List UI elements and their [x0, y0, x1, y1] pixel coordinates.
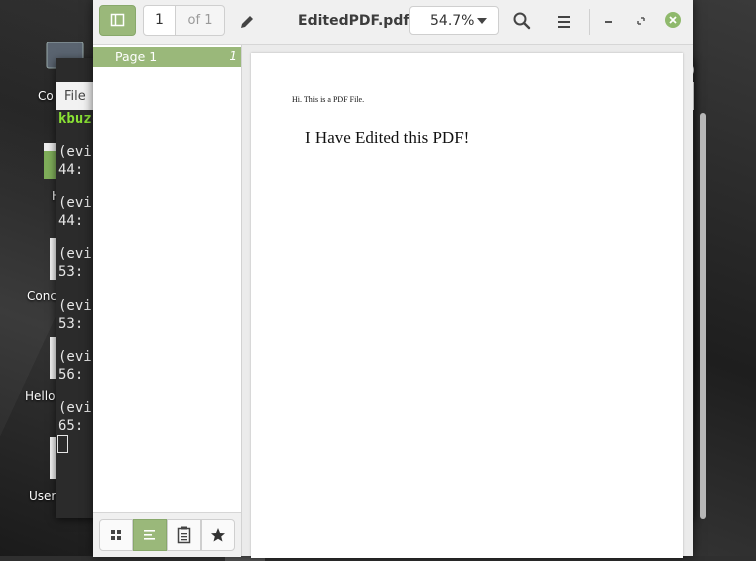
page-total: of 1: [176, 5, 225, 36]
document-title: EditedPDF.pdf: [298, 13, 410, 29]
headerbar: 1 of 1 EditedPDF.pdf 54.7%: [93, 0, 693, 45]
outline-item-page-1[interactable]: Page 1 1: [93, 47, 241, 67]
pdf-page[interactable]: Hi. This is a PDF File. I Have Edited th…: [251, 53, 683, 558]
desktop-icon-label: Co: [38, 89, 54, 103]
pencil-icon[interactable]: [237, 12, 257, 32]
tab-outline[interactable]: [133, 519, 167, 551]
document-view[interactable]: Hi. This is a PDF File. I Have Edited th…: [242, 45, 693, 558]
outline-icon: [144, 530, 155, 540]
sidebar-tab-bar: [93, 512, 241, 557]
search-icon[interactable]: [512, 11, 532, 31]
pdf-text-line: Hi. This is a PDF File.: [292, 95, 365, 104]
sidebar-toggle-button[interactable]: [99, 5, 136, 36]
star-icon: [211, 528, 225, 542]
hamburger-menu-icon[interactable]: [554, 12, 574, 32]
terminal-cursor: [57, 435, 68, 453]
sidebar: Page 1 1: [93, 45, 242, 557]
vertical-scrollbar[interactable]: [700, 113, 706, 519]
document-viewer-window[interactable]: 1 of 1 EditedPDF.pdf 54.7% Page 1 1 Hi. …: [93, 0, 706, 558]
desktop-icon-label: Conc: [27, 289, 57, 303]
maximize-icon[interactable]: [632, 12, 650, 30]
tab-annotations[interactable]: [167, 519, 201, 551]
tab-thumbnails[interactable]: [99, 519, 133, 551]
chevron-down-icon: [477, 18, 487, 24]
grid-icon: [111, 530, 121, 540]
close-icon: [669, 16, 677, 24]
close-button[interactable]: [665, 12, 681, 28]
clipboard-icon: [177, 526, 191, 544]
file-icon[interactable]: [44, 143, 56, 179]
headerbar-separator: [589, 9, 590, 35]
minimize-icon[interactable]: [600, 12, 618, 30]
desktop-icon-label: User: [29, 489, 57, 503]
menu-file[interactable]: File: [64, 89, 86, 104]
zoom-dropdown[interactable]: 54.7%: [409, 6, 499, 35]
zoom-value: 54.7%: [430, 13, 475, 29]
outline-item-label: Page 1: [115, 49, 158, 64]
page-number-input[interactable]: 1: [143, 5, 176, 36]
tab-bookmarks[interactable]: [201, 519, 235, 551]
desktop-icon-label: Hello: [25, 389, 56, 403]
pdf-text-line: I Have Edited this PDF!: [305, 128, 470, 147]
outline-item-page-number: 1: [229, 49, 237, 63]
sidebar-icon: [110, 13, 125, 27]
